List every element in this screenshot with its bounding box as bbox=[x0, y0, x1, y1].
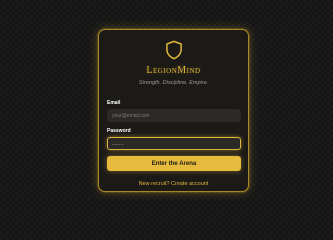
login-card: LegionMind Strength. Discipline. Empire.… bbox=[98, 29, 249, 192]
password-label: Password bbox=[107, 128, 131, 134]
enter-arena-button[interactable]: Enter the Arena bbox=[107, 156, 241, 171]
shield-icon bbox=[166, 40, 182, 60]
password-field[interactable] bbox=[107, 137, 241, 150]
email-label: Email bbox=[107, 100, 121, 106]
create-account-link[interactable]: New recruit? Create account bbox=[99, 181, 248, 188]
brand-name: LegionMind bbox=[146, 65, 201, 76]
email-field[interactable] bbox=[107, 109, 241, 122]
brand-tagline: Strength. Discipline. Empire. bbox=[138, 80, 209, 86]
